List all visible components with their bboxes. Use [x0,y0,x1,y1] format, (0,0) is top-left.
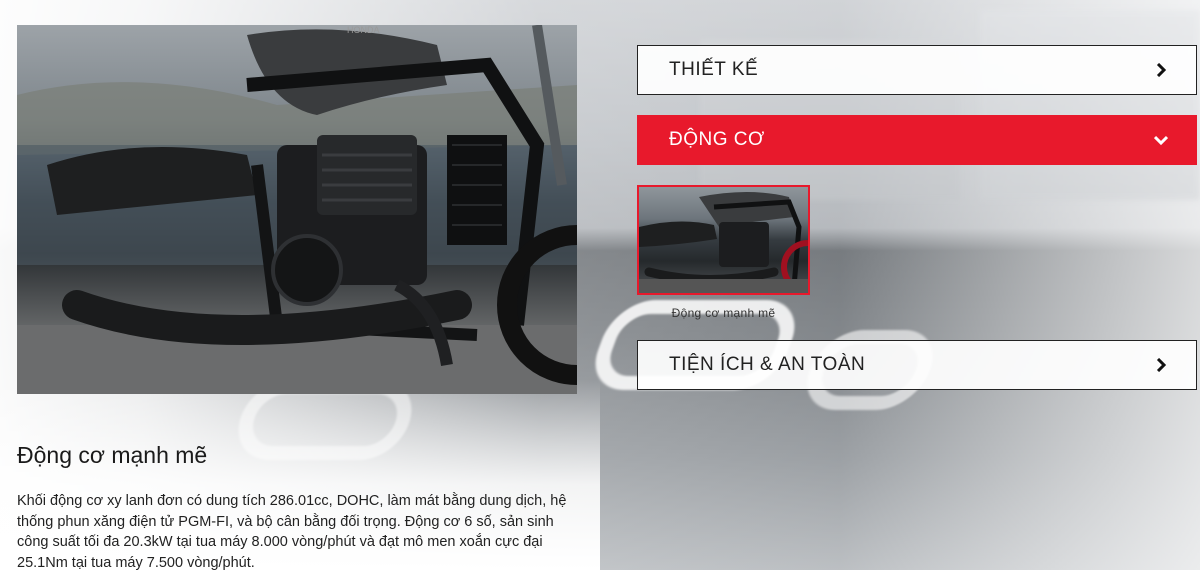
feature-description: Khối động cơ xy lanh đơn có dung tích 28… [17,493,567,570]
hero-badge-text: HONDA [347,25,380,35]
background-building [980,10,1200,200]
gallery-thumbnail-caption: Động cơ mạnh mẽ [671,306,776,320]
accordion-item-label: TIỆN ÍCH & AN TOÀN [669,354,866,375]
chevron-down-icon [1154,135,1168,146]
accordion-item-thiet-ke[interactable]: THIẾT KẾ [637,45,1197,95]
hero-image-engine: HONDA [17,25,577,394]
feature-title: Động cơ mạnh mẽ [17,442,208,468]
accordion-item-dong-co[interactable]: ĐỘNG CƠ [637,115,1197,165]
accordion-item-label: ĐỘNG CƠ [669,129,765,150]
chevron-right-icon [1156,63,1167,77]
gallery-thumbnail[interactable] [637,185,810,295]
chevron-right-icon [1156,358,1167,372]
accordion-item-tien-ich-an-toan[interactable]: TIỆN ÍCH & AN TOÀN [637,340,1197,390]
accordion-item-label: THIẾT KẾ [669,59,759,80]
